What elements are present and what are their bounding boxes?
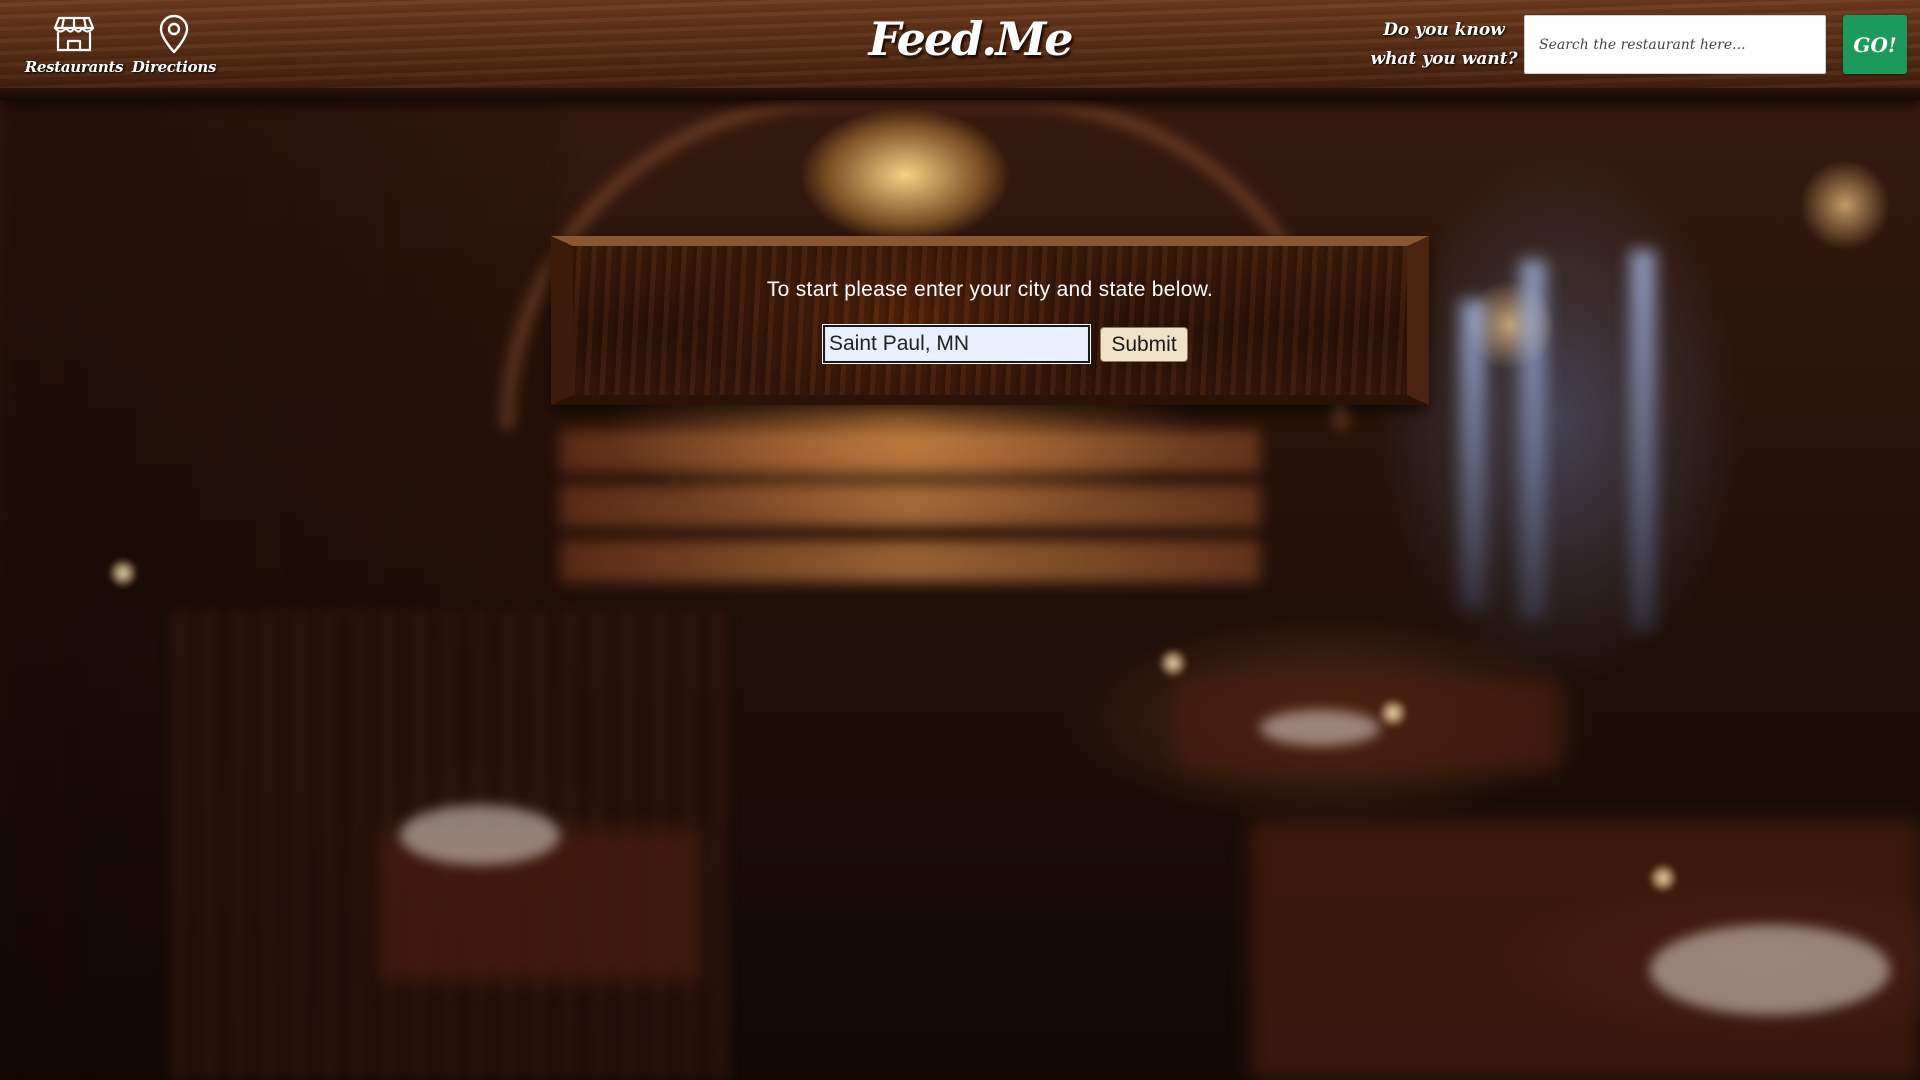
background-candle (1650, 865, 1676, 891)
background-plate (400, 805, 560, 865)
restaurant-search-input[interactable] (1524, 15, 1826, 74)
search-prompt-line-2: what you want? (1370, 49, 1518, 69)
nav-directions[interactable]: Directions (132, 14, 216, 76)
background-candle (1160, 650, 1186, 676)
go-button[interactable]: GO! (1843, 15, 1907, 74)
search-prompt-line-1: Do you know (1383, 20, 1505, 40)
background-bar-shelf (560, 485, 1260, 527)
map-pin-icon (159, 14, 189, 54)
restaurant-background-image (0, 0, 1920, 1080)
background-window-light (1460, 300, 1486, 610)
background-window-light (1630, 250, 1656, 630)
background-bar-shelf (560, 430, 1260, 472)
background-candle (1380, 700, 1406, 726)
background-candle (110, 560, 136, 586)
top-navbar: Restaurants Directions Feed.Me Do you kn… (0, 0, 1920, 100)
background-window-light (1520, 260, 1546, 620)
storefront-icon (53, 16, 95, 52)
background-plate (1650, 925, 1890, 1015)
brand-logo[interactable]: Feed.Me (860, 12, 1080, 66)
background-plate (1260, 710, 1380, 746)
location-prompt-panel: To start please enter your city and stat… (551, 236, 1429, 405)
nav-restaurants-label: Restaurants (24, 58, 124, 76)
search-prompt: Do you know what you want? (1368, 16, 1520, 74)
city-state-input[interactable] (823, 325, 1090, 363)
background-bar-shelf (560, 540, 1260, 582)
submit-button[interactable]: Submit (1100, 327, 1188, 362)
location-instruction-text: To start please enter your city and stat… (766, 278, 1214, 301)
nav-restaurants[interactable]: Restaurants (25, 14, 124, 76)
nav-directions-label: Directions (131, 58, 217, 76)
